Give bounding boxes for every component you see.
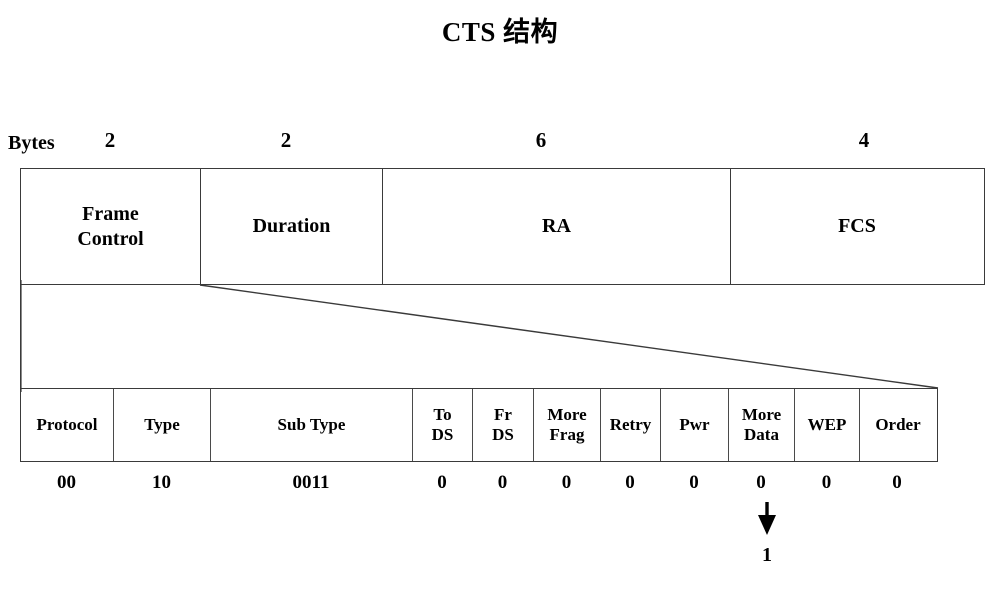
subfield-value-sub-type: 0011 bbox=[292, 472, 330, 493]
cts-frame-structure-diagram: CTS 结构 Bytes 2 2 6 4 Frame Control Durat… bbox=[0, 0, 1000, 592]
byte-count-ra: 6 bbox=[535, 128, 547, 152]
subfield-value-pwr: 0 bbox=[689, 472, 699, 493]
frame-control-subfields-table: Protocol Type Sub Type To DS Fr DS More … bbox=[20, 388, 938, 462]
subfield-wep-label: WEP bbox=[807, 414, 847, 434]
subfield-value-to-ds: 0 bbox=[437, 472, 447, 493]
byte-count-duration: 2 bbox=[280, 128, 292, 152]
subfield-to-ds: To DS bbox=[413, 389, 473, 461]
byte-count-frame-control: 2 bbox=[104, 128, 116, 152]
frame-field-duration-label: Duration bbox=[252, 215, 331, 237]
subfield-fr-ds: Fr DS bbox=[473, 389, 534, 461]
subfield-more-data: More Data bbox=[729, 389, 795, 461]
subfield-type-label: Type bbox=[144, 414, 180, 434]
subfield-order-label: Order bbox=[875, 414, 921, 434]
subfield-wep: WEP bbox=[795, 389, 860, 461]
subfield-more-data-label: More Data bbox=[741, 404, 782, 444]
subfield-value-order: 0 bbox=[892, 472, 902, 493]
subfield-protocol: Protocol bbox=[21, 389, 114, 461]
subfield-order: Order bbox=[860, 389, 936, 461]
frame-field-duration: Duration bbox=[201, 169, 383, 284]
frame-field-fcs: FCS bbox=[731, 169, 983, 284]
subfield-pwr: Pwr bbox=[661, 389, 729, 461]
subfield-value-fr-ds: 0 bbox=[497, 472, 508, 493]
frame-field-ra: RA bbox=[383, 169, 731, 284]
subfield-value-protocol: 00 bbox=[57, 472, 76, 493]
frame-control-expansion-lines bbox=[19, 280, 939, 392]
subfield-values-row: 00 10 0011 0 0 0 0 0 0 0 0 bbox=[20, 468, 938, 498]
subfield-value-type: 10 bbox=[152, 472, 171, 493]
frame-field-frame-control: Frame Control bbox=[21, 169, 201, 284]
frame-field-fcs-label: FCS bbox=[838, 215, 876, 237]
subfield-more-frag-label: More Frag bbox=[547, 404, 587, 444]
subfield-retry-label: Retry bbox=[609, 414, 652, 434]
subfield-pwr-label: Pwr bbox=[679, 414, 710, 434]
frame-field-ra-label: RA bbox=[542, 215, 571, 237]
subfield-value-wep: 0 bbox=[821, 472, 832, 493]
byte-count-fcs: 4 bbox=[858, 128, 870, 152]
subfield-protocol-label: Protocol bbox=[36, 414, 98, 434]
more-data-new-value: 1 bbox=[762, 544, 772, 566]
subfield-retry: Retry bbox=[601, 389, 661, 461]
more-data-bit-change-annotation: 1 bbox=[735, 502, 799, 567]
frame-field-frame-control-label: Frame Control bbox=[77, 202, 144, 250]
subfield-more-frag: More Frag bbox=[534, 389, 601, 461]
subfield-sub-type-label: Sub Type bbox=[277, 414, 346, 434]
diagram-title: CTS 结构 bbox=[441, 17, 559, 47]
subfield-type: Type bbox=[114, 389, 211, 461]
bytes-legend-label: Bytes bbox=[8, 132, 55, 154]
down-arrow-icon bbox=[758, 502, 776, 535]
subfield-value-more-frag: 0 bbox=[561, 472, 572, 493]
frame-fields-table: Frame Control Duration RA FCS bbox=[20, 168, 985, 285]
subfield-to-ds-label: To DS bbox=[431, 404, 454, 444]
subfield-fr-ds-label: Fr DS bbox=[492, 404, 514, 444]
subfield-value-retry: 0 bbox=[625, 472, 635, 493]
subfield-value-more-data: 0 bbox=[756, 472, 766, 493]
subfield-sub-type: Sub Type bbox=[211, 389, 413, 461]
